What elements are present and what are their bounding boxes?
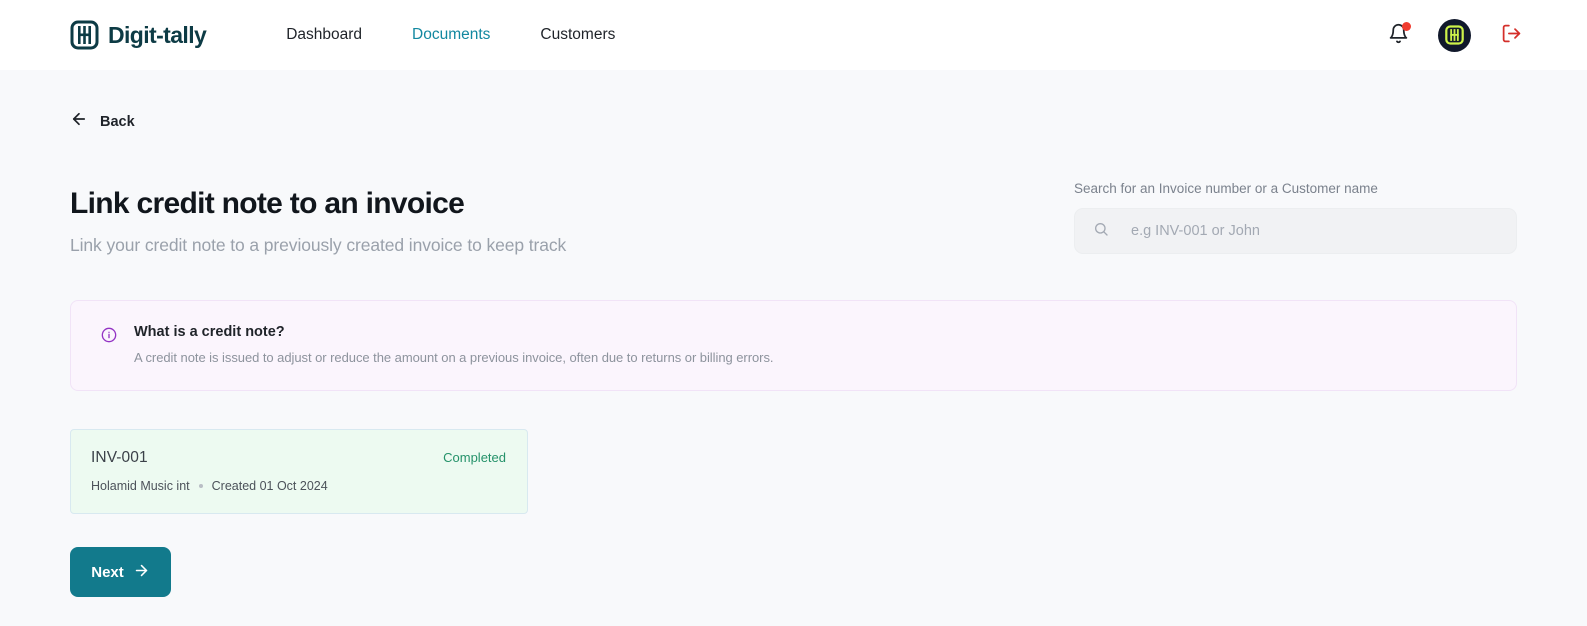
back-button[interactable]: Back	[70, 70, 135, 133]
next-button[interactable]: Next	[70, 547, 171, 597]
logout-button[interactable]	[1497, 21, 1525, 49]
invoice-customer-name: Holamid Music int	[91, 479, 190, 493]
avatar-logo-icon	[1445, 25, 1464, 45]
search-input[interactable]	[1131, 209, 1498, 253]
nav-item-dashboard[interactable]: Dashboard	[286, 26, 362, 44]
hero-section: Link credit note to an invoice Link your…	[70, 181, 1517, 256]
status-badge: Completed	[443, 450, 506, 465]
notification-badge-dot	[1402, 22, 1411, 31]
app-header: Digit-tally Dashboard Documents Customer…	[0, 0, 1587, 70]
nav-item-documents[interactable]: Documents	[412, 26, 490, 44]
info-banner-description: A credit note is issued to adjust or red…	[134, 350, 774, 365]
search-icon	[1093, 221, 1109, 242]
brand-logo[interactable]: Digit-tally	[70, 20, 207, 50]
invoice-card-meta: Holamid Music int Created 01 Oct 2024	[91, 479, 506, 493]
brand-name: Digit-tally	[108, 21, 207, 48]
main-nav: Dashboard Documents Customers	[286, 26, 615, 44]
notifications-button[interactable]	[1384, 21, 1412, 49]
ledger-logo-icon	[70, 20, 99, 50]
search-label: Search for an Invoice number or a Custom…	[1074, 181, 1378, 196]
avatar[interactable]	[1438, 18, 1471, 52]
invoice-number: INV-001	[91, 449, 148, 466]
meta-separator-dot	[198, 484, 203, 488]
credit-note-info-banner: What is a credit note? A credit note is …	[70, 300, 1517, 391]
header-actions	[1384, 0, 1525, 70]
search-box[interactable]	[1074, 208, 1517, 254]
back-label: Back	[100, 113, 135, 130]
logout-icon	[1501, 23, 1522, 47]
info-circle-icon	[101, 327, 117, 348]
hero-text: Link credit note to an invoice Link your…	[70, 181, 566, 256]
invoice-card-header: INV-001 Completed	[91, 449, 506, 467]
arrow-right-icon	[133, 562, 150, 583]
search-block: Search for an Invoice number or a Custom…	[1074, 181, 1517, 254]
page-title: Link credit note to an invoice	[70, 187, 465, 220]
nav-item-customers[interactable]: Customers	[540, 26, 615, 44]
page-subtitle: Link your credit note to a previously cr…	[70, 235, 567, 255]
next-button-label: Next	[91, 563, 124, 581]
invoice-result-card[interactable]: INV-001 Completed Holamid Music int Crea…	[70, 429, 528, 514]
invoice-created-date: Created 01 Oct 2024	[211, 479, 328, 493]
arrow-left-icon	[70, 110, 88, 133]
page-content: Back Link credit note to an invoice Link…	[0, 70, 1587, 597]
info-banner-title: What is a credit note?	[134, 324, 285, 340]
info-banner-text: What is a credit note? A credit note is …	[134, 324, 774, 365]
